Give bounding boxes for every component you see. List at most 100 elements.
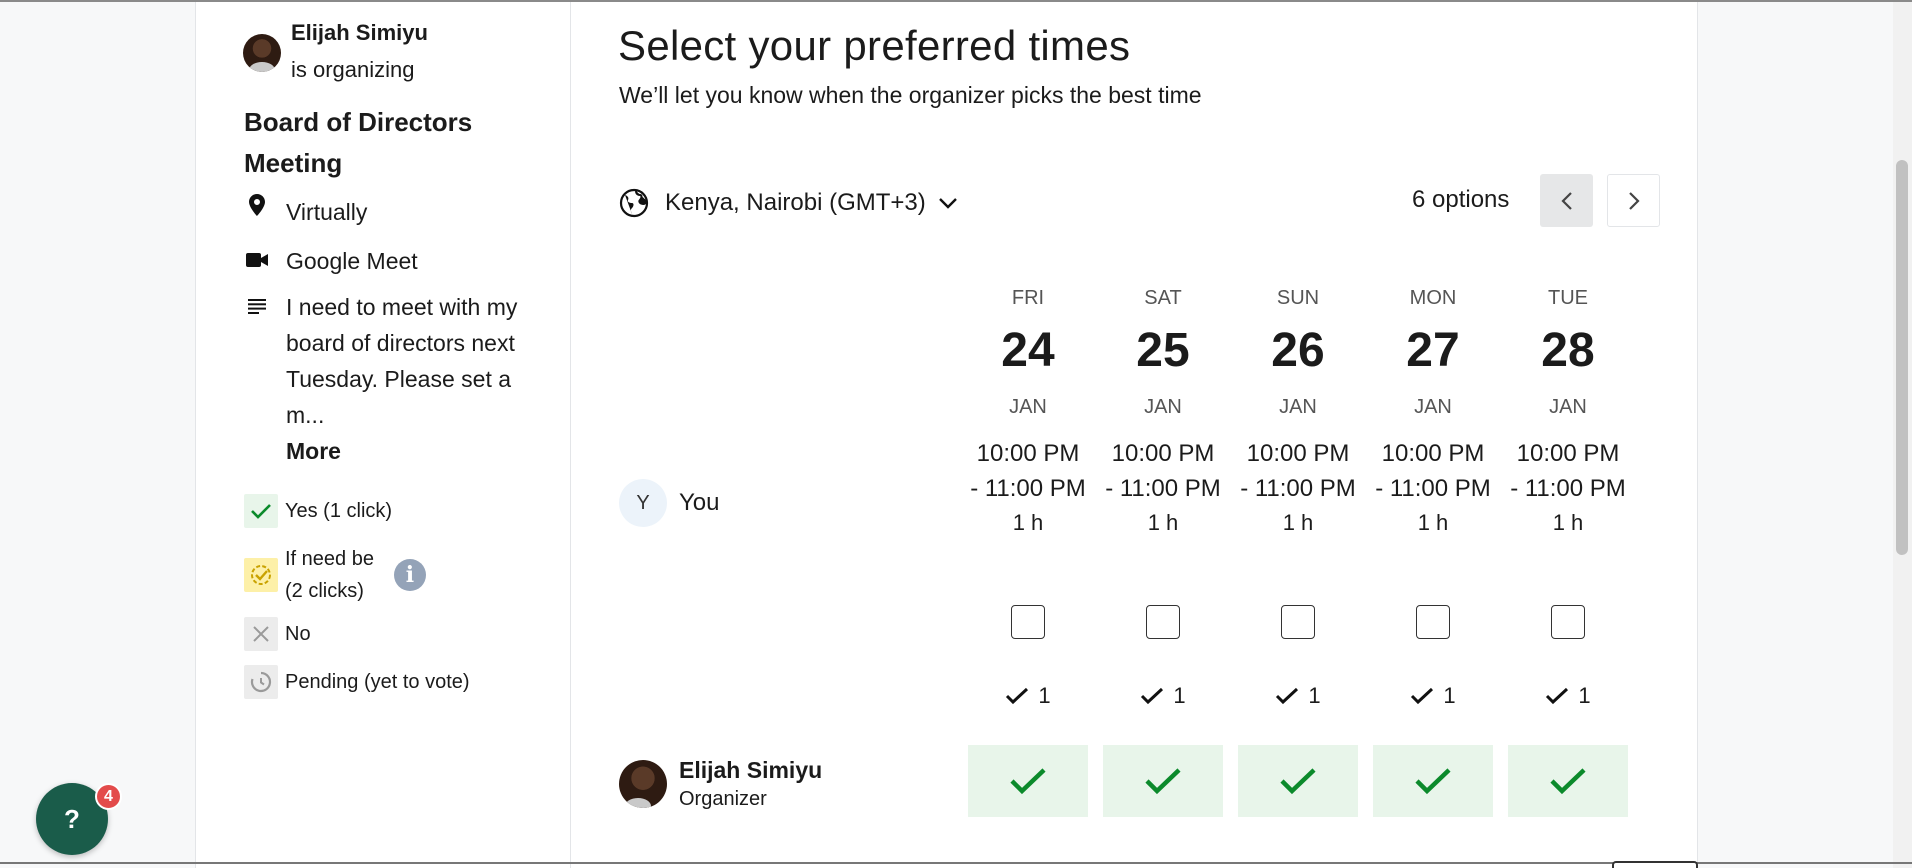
duration: 1 h	[1282, 510, 1314, 535]
video-camera-icon	[243, 243, 271, 267]
yes-tally: 1	[1238, 683, 1358, 709]
month: JAN	[1549, 396, 1587, 418]
time-range: 10:00 PM - 11:00 PM	[1105, 440, 1221, 502]
organizer-subtitle: is organizing	[291, 57, 415, 82]
yes-tally: 1	[1508, 683, 1628, 709]
tally-count: 1	[1443, 683, 1456, 708]
day-number: 26	[1271, 324, 1325, 377]
duration: 1 h	[1417, 510, 1449, 535]
participant-avatar	[619, 760, 667, 808]
yes-tally: 1	[1373, 683, 1493, 709]
vote-cell-yes	[1238, 745, 1358, 817]
check-icon	[1276, 687, 1299, 705]
next-options-button[interactable]	[1607, 174, 1660, 227]
vote-checkbox-mon-27[interactable]	[1416, 605, 1450, 639]
check-icon	[1415, 768, 1451, 795]
tally-count: 1	[1173, 683, 1186, 708]
vote-cell-yes	[1103, 745, 1223, 817]
date-column: SAT 25 JAN 10:00 PM - 11:00 PM 1 h	[1103, 283, 1223, 540]
legend-if-need-be-line2: (2 clicks)	[285, 580, 364, 602]
participant-role: Organizer	[679, 788, 767, 810]
timezone-label: Kenya, Nairobi (GMT+3)	[665, 189, 926, 216]
platform-text: Google Meet	[286, 248, 418, 274]
location-text: Virtually	[286, 199, 368, 225]
vote-checkbox-sat-25[interactable]	[1146, 605, 1180, 639]
day-of-week: FRI	[1011, 287, 1045, 309]
you-label: You	[679, 489, 720, 516]
info-icon[interactable]: i	[393, 559, 426, 591]
sidebar-divider	[570, 2, 571, 868]
check-icon	[1550, 768, 1586, 795]
legend-pending-label: Pending (yet to vote)	[285, 670, 470, 693]
time-range: 10:00 PM - 11:00 PM	[1510, 440, 1626, 502]
vote-checkbox-tue-28[interactable]	[1551, 605, 1585, 639]
organizer-name: Elijah Simiyu	[291, 20, 428, 45]
yes-tally: 1	[968, 683, 1088, 709]
duration: 1 h	[1012, 510, 1044, 535]
check-icon	[1546, 687, 1569, 705]
prev-options-button[interactable]	[1540, 174, 1593, 227]
duration: 1 h	[1552, 510, 1584, 535]
you-row: Y You	[619, 479, 720, 527]
day-number: 27	[1406, 324, 1460, 377]
chevron-left-icon	[1560, 191, 1573, 211]
description-text: I need to meet with my board of director…	[286, 294, 518, 428]
location-pin-icon	[243, 194, 271, 216]
check-icon	[1006, 687, 1029, 705]
date-column: MON 27 JAN 10:00 PM - 11:00 PM 1 h	[1373, 283, 1493, 540]
chevron-down-icon	[938, 197, 958, 209]
platform-row: Google Meet	[243, 243, 418, 279]
page-subtitle: We’ll let you know when the organizer pi…	[619, 82, 1202, 108]
participant-name: Elijah Simiyu	[679, 757, 823, 783]
legend-yes-label: Yes (1 click)	[285, 499, 393, 522]
day-of-week: MON	[1409, 287, 1457, 309]
you-avatar: Y	[619, 479, 667, 527]
vote-cell-yes	[968, 745, 1088, 817]
month: JAN	[1009, 396, 1047, 418]
description-lines-icon	[243, 289, 271, 314]
timezone-selector[interactable]: Kenya, Nairobi (GMT+3)	[619, 188, 958, 218]
description-block: I need to meet with my board of director…	[286, 289, 531, 469]
vote-checkbox-sun-26[interactable]	[1281, 605, 1315, 639]
pending-clock-icon	[244, 665, 278, 699]
scrollbar-thumb[interactable]	[1896, 160, 1908, 555]
day-number: 28	[1541, 324, 1595, 377]
vote-cell-yes	[1508, 745, 1628, 817]
location-row: Virtually	[243, 194, 367, 230]
date-column: TUE 28 JAN 10:00 PM - 11:00 PM 1 h	[1508, 283, 1628, 540]
day-number: 25	[1136, 324, 1190, 377]
legend-if-need-be-line1: If need be	[285, 548, 374, 570]
legend-if-need-be-label: If need be (2 clicks)	[285, 543, 374, 607]
participant-row: Elijah Simiyu Organizer	[619, 755, 822, 813]
month: JAN	[1279, 396, 1317, 418]
chevron-right-icon	[1628, 191, 1640, 211]
organizer-avatar	[243, 34, 281, 72]
legend-pending: Pending (yet to vote)	[244, 665, 470, 699]
globe-icon	[619, 188, 649, 218]
date-column: FRI 24 JAN 10:00 PM - 11:00 PM 1 h	[968, 283, 1088, 540]
vote-checkbox-fri-24[interactable]	[1011, 605, 1045, 639]
more-link[interactable]: More	[286, 433, 531, 469]
legend-no: No	[244, 617, 311, 651]
time-range: 10:00 PM - 11:00 PM	[1240, 440, 1356, 502]
tally-count: 1	[1038, 683, 1051, 708]
check-icon	[1010, 768, 1046, 795]
check-icon	[1411, 687, 1434, 705]
if-need-be-icon	[244, 558, 278, 592]
tally-count: 1	[1308, 683, 1321, 708]
day-of-week: SAT	[1144, 287, 1182, 309]
description-row: I need to meet with my board of director…	[243, 289, 531, 469]
day-number: 24	[1001, 324, 1055, 377]
vote-cell-yes	[1373, 745, 1493, 817]
check-icon	[1145, 768, 1181, 795]
yes-tally: 1	[1103, 683, 1223, 709]
bottom-tab	[1612, 861, 1698, 868]
page-title: Select your preferred times	[618, 22, 1131, 69]
time-range: 10:00 PM - 11:00 PM	[970, 440, 1086, 502]
check-icon	[244, 494, 278, 528]
options-count: 6 options	[1412, 186, 1510, 213]
day-of-week: SUN	[1276, 287, 1320, 309]
date-column: SUN 26 JAN 10:00 PM - 11:00 PM 1 h	[1238, 283, 1358, 540]
time-range: 10:00 PM - 11:00 PM	[1375, 440, 1491, 502]
legend-if-need-be: If need be (2 clicks) i	[244, 543, 426, 607]
